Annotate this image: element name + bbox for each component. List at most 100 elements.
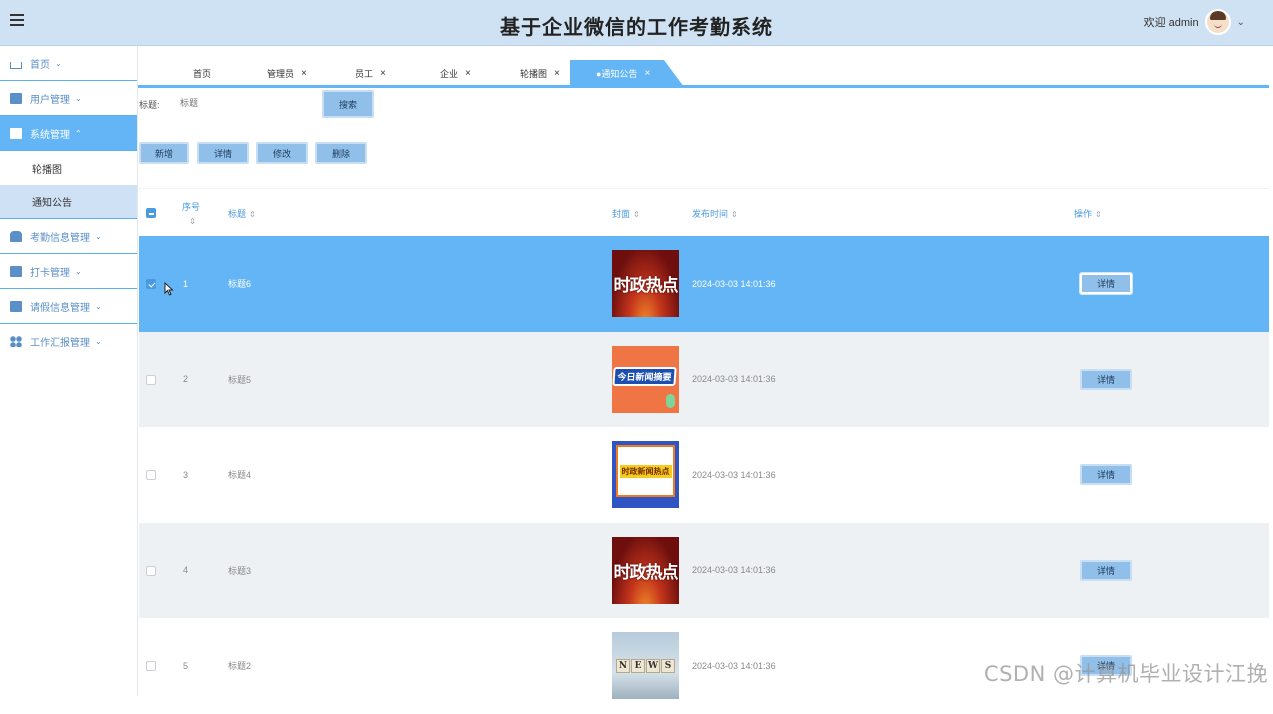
mouse-cursor-icon [164, 282, 174, 296]
tab-carousel[interactable]: 轮播图 × [520, 60, 560, 87]
table-row[interactable]: 2 标题5 今日新闻摘要 2024-03-03 14:01:36 详情 [139, 331, 1269, 427]
row-checkbox[interactable] [146, 374, 156, 385]
column-time[interactable]: 发布时间 ⇕ [692, 207, 738, 220]
sidebar-item-report[interactable]: 工作汇报管理 ⌄ [0, 324, 137, 359]
close-icon[interactable]: × [380, 68, 386, 79]
sidebar-item-label: 打卡管理 [30, 267, 70, 279]
cover-image: 今日新闻摘要 [612, 345, 679, 413]
sidebar-subitem-carousel[interactable]: 轮播图 [0, 151, 137, 185]
user-manage-icon [10, 92, 22, 104]
sort-icon[interactable]: ⇕ [1095, 210, 1102, 219]
clock-in-icon [10, 265, 22, 277]
chevron-down-icon: ⌄ [95, 337, 102, 346]
tab-company[interactable]: 企业 × [440, 60, 471, 87]
row-time: 2024-03-03 14:01:36 [692, 469, 776, 480]
row-time: 2024-03-03 14:01:36 [692, 278, 776, 289]
table-row[interactable]: 3 标题4 时政新闻热点 2024-03-03 14:01:36 详情 [139, 427, 1269, 523]
sidebar-item-label: 首页 [30, 59, 50, 71]
tab-home[interactable]: 首页 [193, 60, 211, 87]
cover-image-text: 时政新闻热点 [619, 464, 672, 478]
column-action[interactable]: 操作 ⇕ [1074, 207, 1102, 220]
chevron-up-icon: ⌃ [75, 128, 82, 138]
sidebar-item-label: 请假信息管理 [30, 302, 90, 314]
row-checkbox[interactable] [146, 279, 156, 289]
tab-label: 管理员 [267, 69, 295, 79]
sort-icon[interactable]: ⇕ [249, 210, 256, 219]
chevron-down-icon[interactable]: ⌄ [1237, 17, 1245, 28]
sidebar-item-system[interactable]: 系统管理 ⌃ [0, 116, 137, 151]
detail-button[interactable]: 详情 [197, 142, 249, 164]
close-icon[interactable]: × [465, 68, 471, 79]
news-block-w: W [646, 658, 660, 673]
chevron-down-icon: ⌄ [95, 301, 102, 311]
row-title: 标题2 [228, 661, 252, 672]
close-icon[interactable]: × [301, 68, 307, 79]
row-title: 标题5 [228, 374, 252, 385]
cover-image: 时政热点 [612, 536, 679, 604]
search-input[interactable] [176, 92, 316, 114]
close-icon[interactable]: × [554, 68, 560, 79]
welcome-text: 欢迎 admin [1143, 17, 1199, 29]
row-checkbox[interactable] [146, 470, 156, 480]
row-time: 2024-03-03 14:01:36 [692, 565, 776, 576]
delete-button[interactable]: 删除 [315, 142, 367, 164]
sort-icon[interactable]: ⇕ [633, 210, 640, 219]
tab-admin[interactable]: 管理员 × [267, 60, 307, 87]
sidebar-item-leave[interactable]: 请假信息管理 ⌄ [0, 289, 137, 324]
chevron-down-icon: ⌄ [55, 58, 62, 68]
table-header: 序号 ⇕ 标题 ⇕ 封面 ⇕ 发布时间 ⇕ 操作 ⇕ [139, 188, 1269, 236]
close-icon[interactable]: × [644, 68, 650, 79]
row-index: 1 [183, 278, 189, 289]
tab-label: 员工 [355, 69, 374, 79]
sidebar-item-clock-in[interactable]: 打卡管理 ⌄ [0, 254, 137, 289]
sidebar-item-label: 考勤信息管理 [30, 232, 90, 244]
tab-employee[interactable]: 员工 × [355, 60, 386, 87]
row-time: 2024-03-03 14:01:36 [692, 660, 776, 671]
tab-notice[interactable]: ●通知公告 × [570, 60, 684, 87]
sort-icon[interactable]: ⇕ [189, 217, 196, 226]
cover-image: 时政热点 [612, 250, 679, 317]
row-detail-button[interactable]: 详情 [1080, 464, 1132, 485]
leave-icon [10, 300, 22, 312]
sidebar-item-home[interactable]: 首页 ⌄ [0, 46, 137, 81]
top-bar: 基于企业微信的工作考勤系统 欢迎 admin ⌄ [0, 0, 1273, 46]
chevron-down-icon: ⌄ [95, 231, 102, 241]
attendance-icon [10, 230, 22, 242]
row-index: 5 [183, 660, 189, 671]
add-button[interactable]: 新增 [139, 142, 189, 164]
search-button[interactable]: 搜索 [322, 90, 374, 118]
column-index[interactable]: 序号 ⇕ [182, 200, 200, 229]
edit-button[interactable]: 修改 [256, 142, 308, 164]
sidebar-subitem-label: 轮播图 [32, 164, 62, 176]
cover-image: 时政新闻热点 [612, 441, 679, 508]
table-row[interactable]: 1 标题6 时政热点 2024-03-03 14:01:36 详情 [139, 236, 1269, 332]
sidebar-item-label: 用户管理 [30, 94, 70, 106]
app-title: 基于企业微信的工作考勤系统 [500, 17, 773, 39]
row-checkbox[interactable] [146, 661, 156, 671]
table-row[interactable]: 4 标题3 时政热点 2024-03-03 14:01:36 详情 [139, 522, 1269, 618]
system-icon [10, 127, 22, 139]
row-title: 标题4 [228, 470, 252, 481]
row-detail-button[interactable]: 详情 [1080, 273, 1132, 294]
tab-bar: 首页 管理员 × 员工 × 企业 × 轮播图 × ●通知公告 × [138, 60, 1269, 88]
news-block-s: S [661, 658, 675, 673]
cover-decoration [666, 393, 675, 408]
row-checkbox[interactable] [146, 565, 156, 576]
cover-image-text: 今日新闻摘要 [612, 366, 677, 386]
avatar[interactable] [1204, 9, 1231, 35]
sidebar-item-attendance[interactable]: 考勤信息管理 ⌄ [0, 219, 137, 254]
sidebar-subitem-notice[interactable]: 通知公告 [0, 185, 137, 219]
watermark: CSDN @计算机毕业设计江挽 [983, 662, 1268, 686]
column-title[interactable]: 标题 ⇕ [228, 207, 256, 220]
user-menu[interactable]: 欢迎 admin ⌄ [1144, 9, 1245, 35]
sidebar-item-user-manage[interactable]: 用户管理 ⌄ [0, 81, 137, 116]
row-detail-button[interactable]: 详情 [1080, 368, 1132, 390]
row-detail-button[interactable]: 详情 [1080, 559, 1132, 581]
sort-icon[interactable]: ⇕ [731, 210, 738, 219]
cover-image-text: 时政热点 [613, 562, 679, 583]
sidebar-item-label: 系统管理 [30, 129, 70, 141]
column-cover[interactable]: 封面 ⇕ [612, 207, 640, 220]
home-icon [10, 61, 22, 69]
notice-table: 序号 ⇕ 标题 ⇕ 封面 ⇕ 发布时间 ⇕ 操作 ⇕ 1 标题6 时政热点 2024-0… [139, 188, 1269, 714]
select-all-checkbox[interactable] [146, 208, 156, 218]
